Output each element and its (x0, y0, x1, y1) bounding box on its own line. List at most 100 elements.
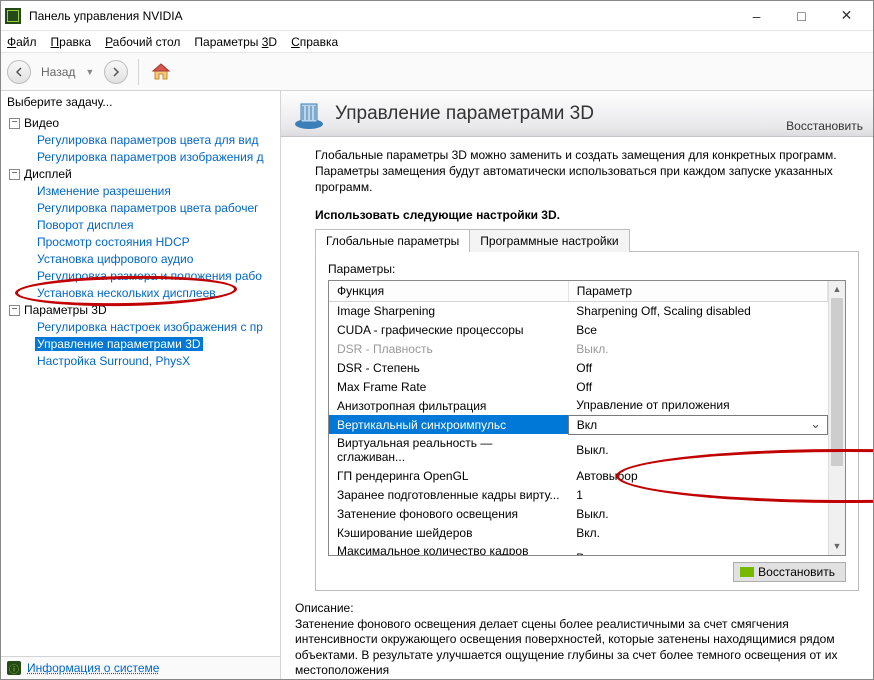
cell-function: Заранее подготовленные кадры вирту... (329, 485, 568, 504)
tree-toggle[interactable]: − (9, 305, 20, 316)
menubar: Файл Правка Рабочий стол Параметры 3D Сп… (1, 31, 873, 53)
nvidia-app-icon (5, 8, 21, 24)
sidebar-header: Выберите задачу... (1, 91, 280, 113)
cell-parameter: Off (568, 377, 827, 396)
page-header-icon (291, 96, 327, 132)
back-button[interactable] (7, 60, 31, 84)
cell-parameter: Выкл. (568, 339, 827, 358)
menu-help[interactable]: Справка (291, 35, 338, 49)
cell-function: Image Sharpening (329, 301, 568, 320)
parameters-label: Параметры: (328, 262, 846, 276)
home-button[interactable] (149, 60, 173, 84)
minimize-button[interactable]: – (734, 2, 779, 30)
menu-edit[interactable]: Правка (51, 35, 92, 49)
toolbar-separator (138, 59, 139, 85)
column-parameter[interactable]: Параметр (568, 281, 827, 302)
restore-button[interactable]: Восстановить (733, 562, 846, 582)
tree-item[interactable]: Просмотр состояния HDCP (35, 235, 192, 249)
tree-item[interactable]: Регулировка параметров цвета для вид (35, 133, 260, 147)
section-title: Использовать следующие настройки 3D. (315, 208, 859, 222)
sidebar-footer: ⓘ Информация о системе (1, 656, 280, 679)
cell-parameter: Выкл. (568, 504, 827, 523)
scroll-up-arrow[interactable]: ▲ (829, 281, 845, 298)
cell-function: Виртуальная реальность — сглаживан... (329, 434, 568, 466)
tree-item[interactable]: Установка нескольких дисплеев (35, 286, 218, 300)
page-description: Глобальные параметры 3D можно заменить и… (315, 147, 859, 196)
table-row[interactable]: Виртуальная реальность — сглаживан...Вык… (329, 434, 828, 466)
task-tree: −ВидеоРегулировка параметров цвета для в… (1, 113, 280, 656)
table-row[interactable]: Максимальное количество кадров (MFAA)Вык… (329, 542, 828, 555)
tree-item[interactable]: Управление параметрами 3D (35, 337, 203, 351)
cell-function: DSR - Плавность (329, 339, 568, 358)
forward-button[interactable] (104, 60, 128, 84)
tab-global[interactable]: Глобальные параметры (315, 229, 470, 252)
cell-parameter[interactable]: Вкл (568, 415, 827, 434)
table-row[interactable]: DSR - СтепеньOff (329, 358, 828, 377)
cell-parameter: Off (568, 358, 827, 377)
menu-desktop[interactable]: Рабочий стол (105, 35, 180, 49)
tab-content: Параметры: Функция Параметр Image Sharpe… (315, 252, 859, 591)
scroll-down-arrow[interactable]: ▼ (829, 538, 845, 555)
table-row[interactable]: CUDA - графические процессорыВсе (329, 320, 828, 339)
cell-parameter: Sharpening Off, Scaling disabled (568, 301, 827, 320)
table-row[interactable]: Затенение фонового освещенияВыкл. (329, 504, 828, 523)
table-row[interactable]: Заранее подготовленные кадры вирту...1 (329, 485, 828, 504)
cell-function: ГП рендеринга OpenGL (329, 466, 568, 485)
close-button[interactable]: ✕ (824, 2, 869, 30)
system-info-icon: ⓘ (7, 661, 21, 675)
column-function[interactable]: Функция (329, 281, 568, 302)
page-title: Управление параметрами 3D (335, 103, 786, 125)
tab-program[interactable]: Программные настройки (469, 229, 629, 252)
table-scrollbar[interactable]: ▲ ▼ (828, 281, 845, 555)
table-row[interactable]: ГП рендеринга OpenGLАвтовыбор (329, 466, 828, 485)
page-body: Глобальные параметры 3D можно заменить и… (281, 137, 873, 595)
table-row[interactable]: Кэширование шейдеровВкл. (329, 523, 828, 542)
cell-function: Максимальное количество кадров (MFAA) (329, 542, 568, 555)
tree-item[interactable]: Настройка Surround, PhysX (35, 354, 192, 368)
system-info-link[interactable]: Информация о системе (27, 661, 159, 675)
tree-item[interactable]: Изменение разрешения (35, 184, 173, 198)
tree-toggle[interactable]: − (9, 169, 20, 180)
table-row[interactable]: Image SharpeningSharpening Off, Scaling … (329, 301, 828, 320)
nvidia-icon (740, 567, 754, 577)
description-text: Затенение фонового освещения делает сцен… (295, 617, 859, 679)
tree-category[interactable]: Дисплей (24, 166, 72, 183)
menu-file[interactable]: Файл (7, 35, 37, 49)
window-title: Панель управления NVIDIA (29, 9, 734, 23)
description-heading: Описание: (295, 601, 859, 615)
tree-item[interactable]: Регулировка настроек изображения с пр (35, 320, 265, 334)
cell-function: CUDA - графические процессоры (329, 320, 568, 339)
cell-parameter: Все (568, 320, 827, 339)
tree-category[interactable]: Параметры 3D (24, 302, 107, 319)
table-row[interactable]: Max Frame RateOff (329, 377, 828, 396)
description-section: Описание: Затенение фонового освещения д… (281, 595, 873, 679)
titlebar: Панель управления NVIDIA – □ ✕ (1, 1, 873, 31)
tree-category[interactable]: Видео (24, 115, 59, 132)
cell-parameter: Выкл. (568, 542, 827, 555)
tree-item[interactable]: Регулировка размера и положения рабо (35, 269, 264, 283)
maximize-button[interactable]: □ (779, 2, 824, 30)
cell-function: Затенение фонового освещения (329, 504, 568, 523)
table-row[interactable]: DSR - ПлавностьВыкл. (329, 339, 828, 358)
restore-defaults-link[interactable]: Восстановить (786, 119, 863, 133)
cell-function: DSR - Степень (329, 358, 568, 377)
parameters-table: Функция Параметр Image SharpeningSharpen… (329, 281, 828, 555)
tree-item[interactable]: Установка цифрового аудио (35, 252, 195, 266)
cell-function: Вертикальный синхроимпульс (329, 415, 568, 434)
back-history-dropdown[interactable]: ▼ (85, 67, 94, 77)
tree-toggle[interactable]: − (9, 118, 20, 129)
cell-parameter: Автовыбор (568, 466, 827, 485)
scroll-thumb[interactable] (831, 298, 843, 466)
cell-parameter: Выкл. (568, 434, 827, 466)
parameters-table-wrapper: Функция Параметр Image SharpeningSharpen… (328, 280, 846, 556)
page-header: Управление параметрами 3D Восстановить (281, 91, 873, 137)
tree-item[interactable]: Поворот дисплея (35, 218, 136, 232)
table-row[interactable]: Вертикальный синхроимпульсВкл (329, 415, 828, 434)
tree-item[interactable]: Регулировка параметров цвета рабочег (35, 201, 261, 215)
table-row[interactable]: Анизотропная фильтрацияУправление от при… (329, 396, 828, 415)
menu-3d[interactable]: Параметры 3D (194, 35, 277, 49)
tree-item[interactable]: Регулировка параметров изображения д (35, 150, 266, 164)
tabs: Глобальные параметры Программные настрой… (315, 228, 859, 252)
cell-parameter: Вкл. (568, 523, 827, 542)
cell-parameter: 1 (568, 485, 827, 504)
